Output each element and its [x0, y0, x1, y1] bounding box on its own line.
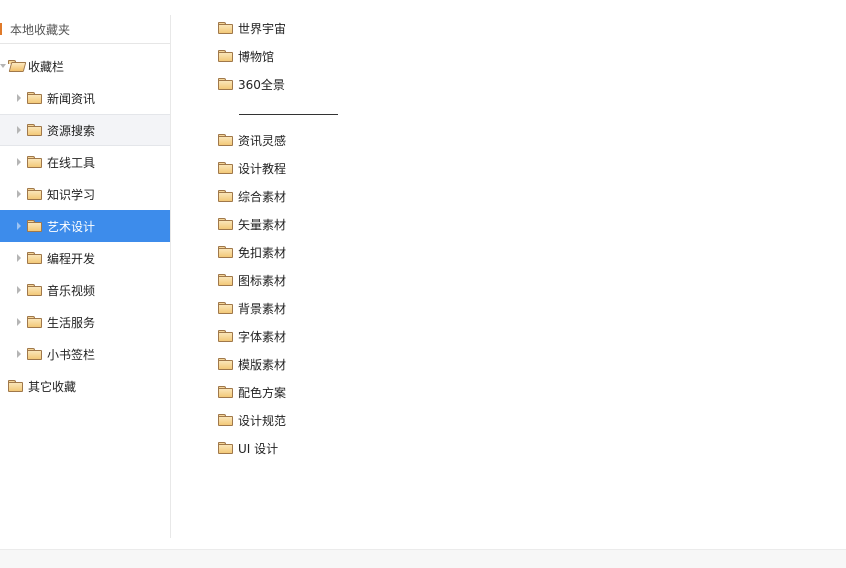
bookmark-folder[interactable]: 设计规范	[218, 406, 338, 434]
bookmark-folder[interactable]: 综合素材	[218, 182, 338, 210]
folder-icon	[218, 162, 233, 174]
status-bar	[0, 549, 846, 568]
bookmark-folder-label: 世界宇宙	[238, 21, 287, 36]
tree-item-music-video[interactable]: 音乐视频	[0, 274, 170, 306]
bookmark-folder-label: 模版素材	[238, 357, 287, 372]
collapse-arrow-icon[interactable]	[17, 190, 21, 198]
tree-item-label: 其它收藏	[28, 379, 77, 394]
folder-icon	[218, 414, 233, 426]
tree-item-label: 资源搜索	[47, 123, 96, 138]
tree-item-label: 音乐视频	[47, 283, 96, 298]
bookmark-folder[interactable]: UI 设计	[218, 434, 338, 462]
bookmark-folder[interactable]: 配色方案	[218, 378, 338, 406]
header-accent-bar	[0, 23, 2, 35]
bookmark-folder-label: 综合素材	[238, 189, 287, 204]
tree-item-label: 新闻资讯	[47, 91, 96, 106]
tree-item-label: 小书签栏	[47, 347, 96, 362]
bookmark-folder[interactable]: 设计教程	[218, 154, 338, 182]
bookmark-folder-label: 博物馆	[238, 49, 275, 64]
tree-item-label: 编程开发	[47, 251, 96, 266]
tree-item-resource-search[interactable]: 资源搜索	[0, 114, 170, 146]
folder-icon	[27, 252, 42, 264]
separator-line	[239, 113, 338, 115]
folder-icon	[8, 380, 23, 392]
folder-icon	[218, 386, 233, 398]
collapse-arrow-icon[interactable]	[17, 222, 21, 230]
bookmark-folder[interactable]: 博物馆	[218, 42, 338, 70]
folder-icon	[218, 218, 233, 230]
tree-item-other-bookmarks[interactable]: 其它收藏	[0, 370, 170, 402]
tree-item-label: 生活服务	[47, 315, 96, 330]
folder-open-icon	[8, 60, 23, 72]
folder-icon	[27, 156, 42, 168]
bookmark-folder-label: 360全景	[238, 77, 285, 92]
folder-tree: 收藏栏 新闻资讯 资源搜索 在线工具 知识学习 艺术设计 编程开发 音乐视频 生…	[0, 44, 170, 402]
folder-icon	[218, 302, 233, 314]
collapse-arrow-icon[interactable]	[17, 350, 21, 358]
bookmark-folder-label: 图标素材	[238, 273, 287, 288]
bookmark-folder[interactable]: 世界宇宙	[218, 14, 338, 42]
bookmark-folder[interactable]: 360全景	[218, 70, 338, 98]
expand-arrow-icon[interactable]	[0, 64, 6, 68]
tree-item-art-design[interactable]: 艺术设计	[0, 210, 170, 242]
tree-item-news[interactable]: 新闻资讯	[0, 82, 170, 114]
folder-icon	[27, 284, 42, 296]
folder-icon	[218, 50, 233, 62]
sidebar-title: 本地收藏夹	[10, 22, 71, 37]
bookmark-folder-label: 背景素材	[238, 301, 287, 316]
bookmark-separator[interactable]	[218, 98, 338, 126]
folder-icon	[27, 348, 42, 360]
folder-icon	[218, 358, 233, 370]
bookmark-folder[interactable]: 图标素材	[218, 266, 338, 294]
collapse-arrow-icon[interactable]	[17, 94, 21, 102]
collapse-arrow-icon[interactable]	[17, 126, 21, 134]
folder-icon	[218, 134, 233, 146]
bookmark-folder-label: 矢量素材	[238, 217, 287, 232]
bookmark-folder-label: UI 设计	[238, 441, 279, 456]
tree-item-bookmarks-bar[interactable]: 收藏栏	[0, 50, 170, 82]
tree-item-knowledge[interactable]: 知识学习	[0, 178, 170, 210]
bookmark-folder-label: 设计教程	[238, 161, 287, 176]
bookmark-folder[interactable]: 背景素材	[218, 294, 338, 322]
folder-icon	[218, 246, 233, 258]
folder-icon	[27, 188, 42, 200]
folder-icon	[218, 442, 233, 454]
folder-icon	[218, 22, 233, 34]
folder-icon	[218, 330, 233, 342]
folder-icon	[218, 78, 233, 90]
folder-icon	[27, 124, 42, 136]
bookmark-folder-label: 配色方案	[238, 385, 287, 400]
collapse-arrow-icon[interactable]	[17, 286, 21, 294]
bookmark-folder-label: 资讯灵感	[238, 133, 287, 148]
bookmark-list: 世界宇宙 博物馆 360全景 资讯灵感 设计教程 综合素材 矢量素材 免扣素材 …	[218, 14, 338, 462]
folder-icon	[218, 274, 233, 286]
collapse-arrow-icon[interactable]	[17, 254, 21, 262]
bookmark-folder-label: 字体素材	[238, 329, 287, 344]
tree-item-label: 收藏栏	[28, 59, 65, 74]
folder-icon	[218, 190, 233, 202]
tree-item-label: 艺术设计	[47, 219, 96, 234]
collapse-arrow-icon[interactable]	[17, 318, 21, 326]
bookmark-folder[interactable]: 矢量素材	[218, 210, 338, 238]
collapse-arrow-icon[interactable]	[17, 158, 21, 166]
tree-item-bookmarklets[interactable]: 小书签栏	[0, 338, 170, 370]
tree-item-programming[interactable]: 编程开发	[0, 242, 170, 274]
sidebar-header: 本地收藏夹	[0, 15, 170, 44]
bookmark-folder[interactable]: 免扣素材	[218, 238, 338, 266]
folder-icon	[27, 316, 42, 328]
bookmark-folder[interactable]: 资讯灵感	[218, 126, 338, 154]
tree-item-life-services[interactable]: 生活服务	[0, 306, 170, 338]
tree-item-label: 知识学习	[47, 187, 96, 202]
tree-item-label: 在线工具	[47, 155, 96, 170]
bookmark-folder[interactable]: 字体素材	[218, 322, 338, 350]
tree-item-online-tools[interactable]: 在线工具	[0, 146, 170, 178]
bookmark-folder-label: 设计规范	[238, 413, 287, 428]
folder-icon	[27, 220, 42, 232]
bookmark-folder[interactable]: 模版素材	[218, 350, 338, 378]
folder-icon	[27, 92, 42, 104]
bookmark-folder-label: 免扣素材	[238, 245, 287, 260]
bookmarks-sidebar: 本地收藏夹 收藏栏 新闻资讯 资源搜索 在线工具 知识学习 艺术设计 编程开发 …	[0, 15, 171, 538]
